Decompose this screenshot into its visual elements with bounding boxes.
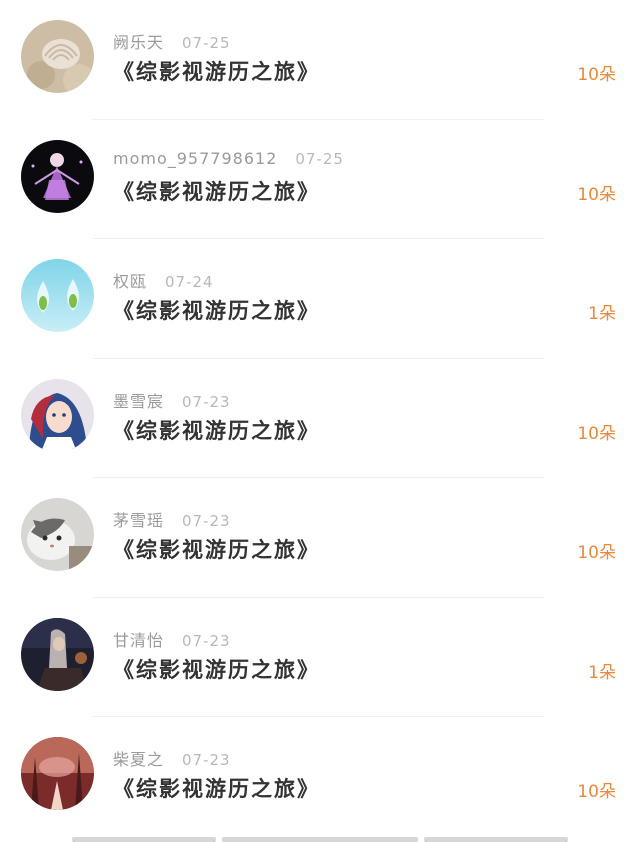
indicator-segment (72, 837, 216, 842)
item-date: 07-25 (295, 149, 344, 168)
list-item[interactable]: momo_957798612 07-25 《综影视游历之旅》 10朵 (0, 120, 640, 239)
item-meta: 柴夏之 07-23 (113, 746, 231, 770)
anime-girl-avatar-icon[interactable] (21, 378, 94, 452)
indicator-segment (222, 837, 418, 842)
item-date: 07-23 (182, 392, 231, 411)
user-name: 权瓯 (113, 272, 148, 291)
list-item[interactable]: 柴夏之 07-23 《综影视游历之旅》 10朵 (0, 717, 640, 837)
user-name: 阙乐天 (113, 33, 165, 52)
bottom-scroll-indicator (0, 834, 640, 842)
book-title[interactable]: 《综影视游历之旅》 (113, 295, 320, 325)
list-item[interactable]: 甘清怡 07-23 《综影视游历之旅》 1朵 (0, 598, 640, 717)
book-title[interactable]: 《综影视游历之旅》 (113, 773, 320, 803)
gift-amount: 10朵 (577, 423, 616, 444)
book-title[interactable]: 《综影视游历之旅》 (113, 56, 320, 86)
item-meta: 权瓯 07-24 (113, 268, 214, 292)
item-meta: 甘清怡 07-23 (113, 627, 231, 651)
list-item[interactable]: 阙乐天 07-25 《综影视游历之旅》 10朵 (0, 0, 640, 120)
user-name: 茅雪瑶 (113, 511, 165, 530)
dark-figure-avatar-icon[interactable] (21, 617, 94, 691)
seashell-avatar-icon[interactable] (21, 20, 94, 93)
gift-amount: 10朵 (577, 543, 616, 563)
item-date: 07-23 (182, 631, 231, 650)
gift-amount: 1朵 (588, 304, 616, 324)
red-forest-avatar-icon[interactable] (21, 737, 94, 810)
water-drops-avatar-icon[interactable] (21, 259, 94, 332)
book-title[interactable]: 《综影视游历之旅》 (113, 534, 320, 564)
item-meta: 墨雪宸 07-23 (113, 388, 231, 412)
gift-amount: 1朵 (588, 662, 616, 683)
item-meta: momo_957798612 07-25 (113, 149, 344, 168)
purple-fairy-avatar-icon[interactable] (21, 139, 94, 213)
indicator-segment (424, 837, 568, 842)
user-name: 柴夏之 (113, 750, 165, 769)
user-name: 甘清怡 (113, 630, 165, 650)
list-item[interactable]: 权瓯 07-24 《综影视游历之旅》 1朵 (0, 239, 640, 359)
gift-amount: 10朵 (577, 184, 616, 205)
item-date: 07-25 (182, 34, 231, 52)
book-title[interactable]: 《综影视游历之旅》 (113, 654, 320, 684)
gift-amount: 10朵 (577, 782, 616, 802)
gift-record-list: 阙乐天 07-25 《综影视游历之旅》 10朵 momo_957798612 07-… (0, 0, 640, 837)
book-title[interactable]: 《综影视游历之旅》 (113, 176, 320, 206)
item-meta: 阙乐天 07-25 (113, 29, 231, 53)
book-title[interactable]: 《综影视游历之旅》 (113, 415, 320, 445)
list-item[interactable]: 墨雪宸 07-23 《综影视游历之旅》 10朵 (0, 359, 640, 478)
gift-amount: 10朵 (577, 65, 616, 85)
cat-avatar-icon[interactable] (21, 498, 94, 571)
item-meta: 茅雪瑶 07-23 (113, 507, 231, 531)
list-item[interactable]: 茅雪瑶 07-23 《综影视游历之旅》 10朵 (0, 478, 640, 598)
item-date: 07-23 (182, 751, 231, 769)
item-date: 07-24 (165, 273, 214, 291)
item-date: 07-23 (182, 512, 231, 530)
user-name: 墨雪宸 (113, 391, 165, 411)
user-name: momo_957798612 (113, 148, 278, 168)
